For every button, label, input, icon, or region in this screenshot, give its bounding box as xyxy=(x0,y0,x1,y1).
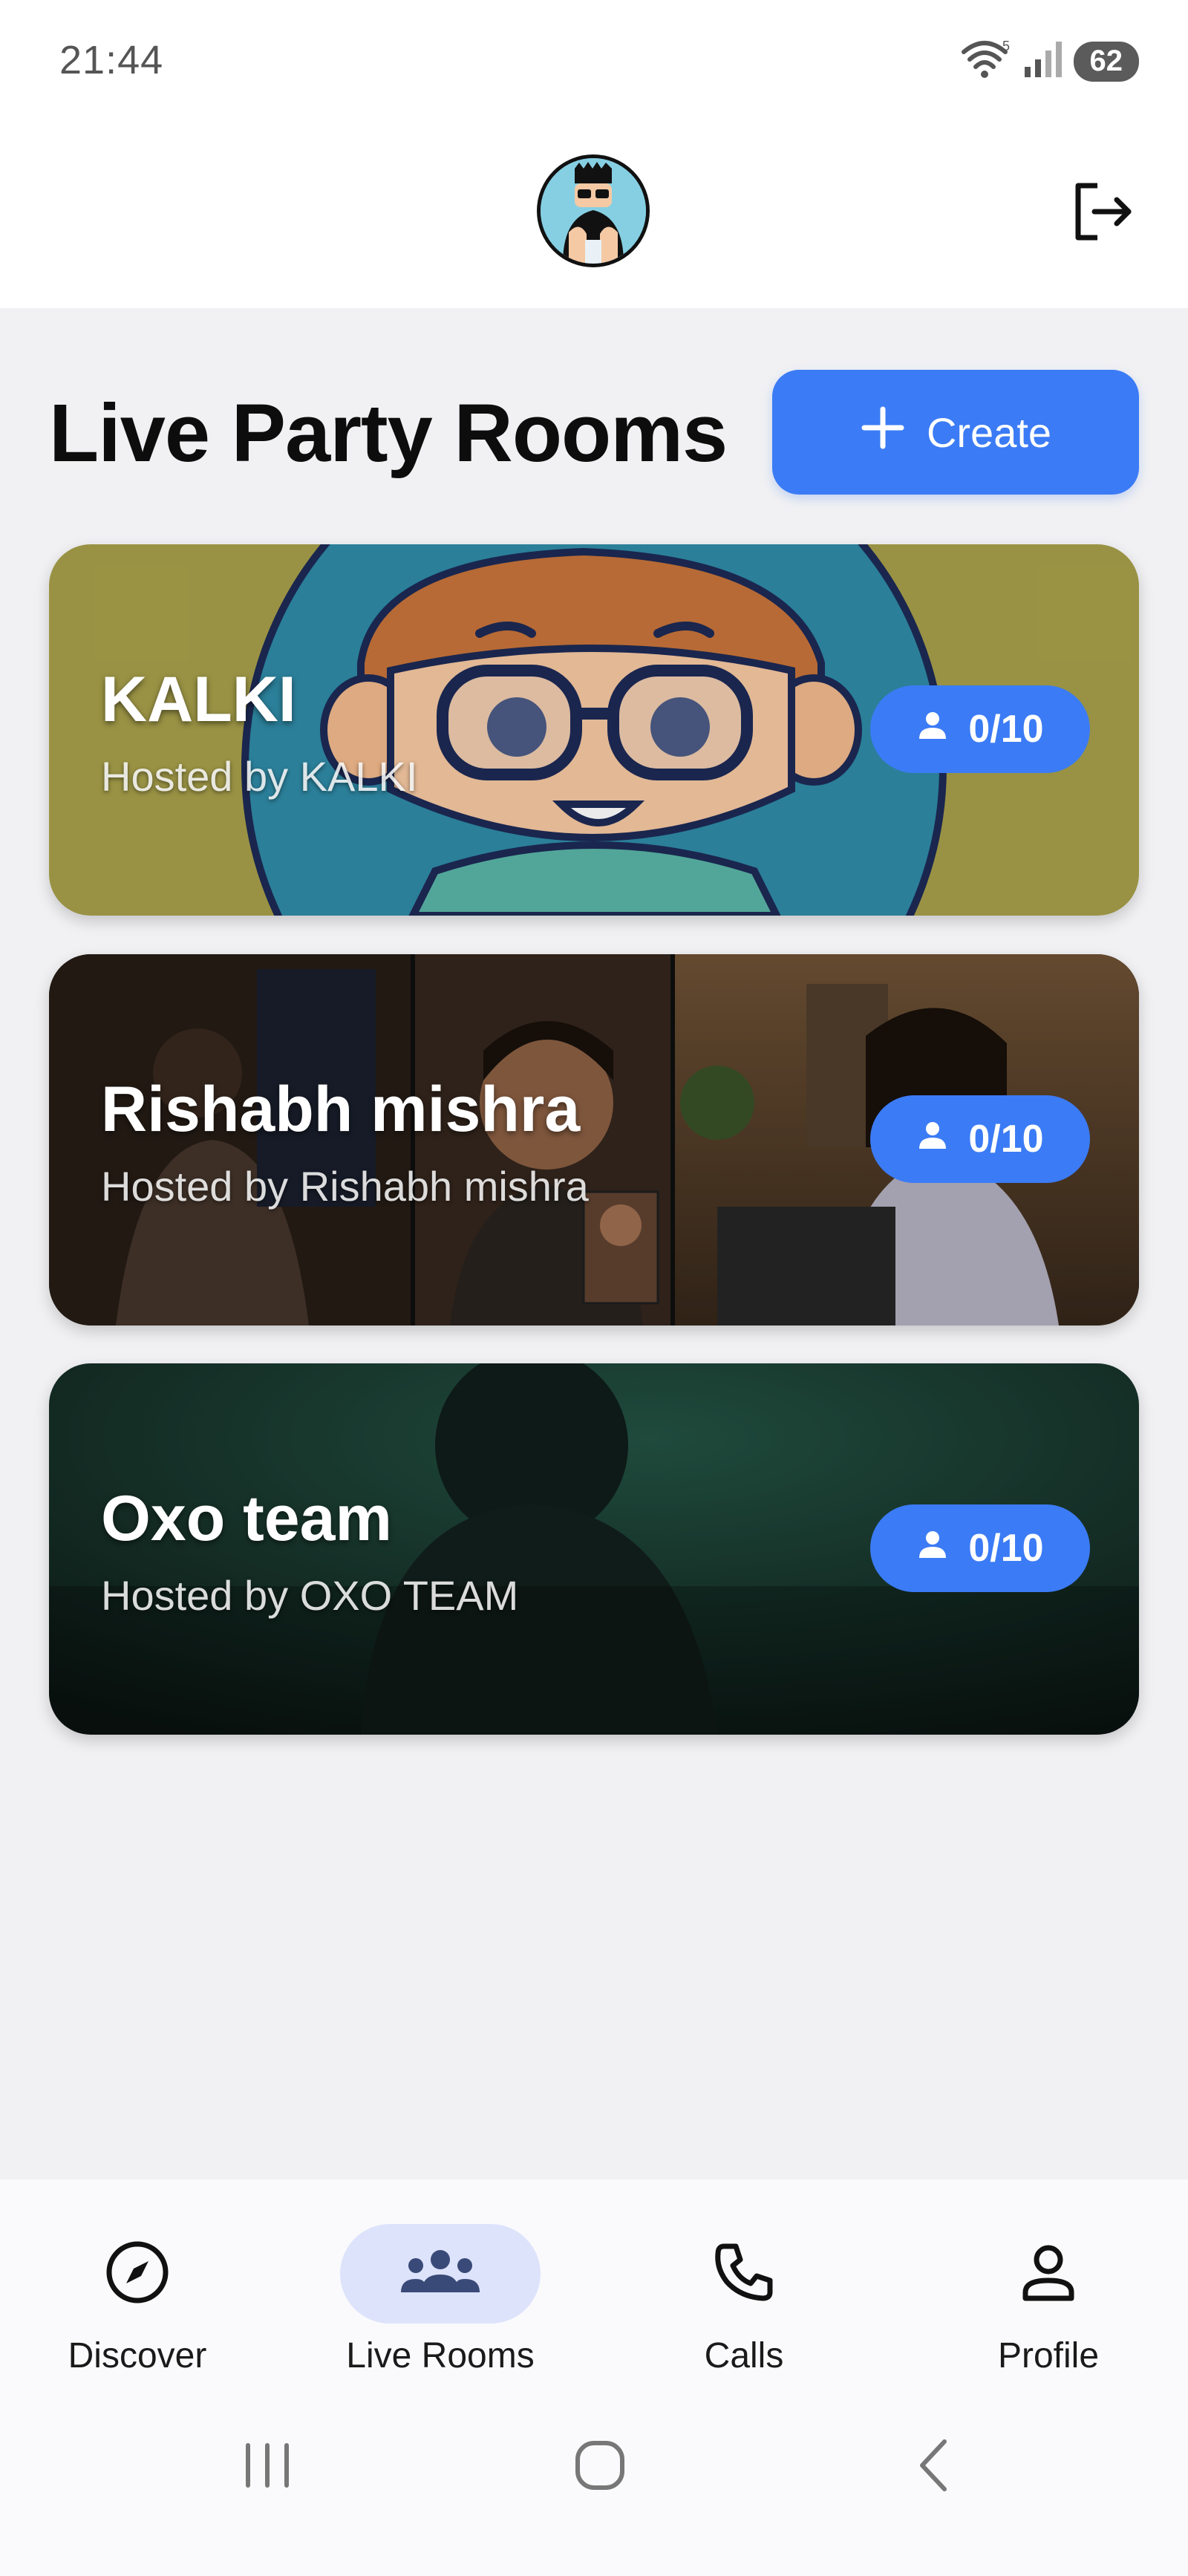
room-host: Hosted by KALKI xyxy=(101,753,418,800)
nav-item-discover[interactable]: Discover xyxy=(26,2224,249,2402)
app-bar xyxy=(0,126,1188,308)
status-bar: 21:44 5 62 xyxy=(0,0,1188,126)
user-avatar[interactable] xyxy=(537,154,650,267)
nav-item-profile[interactable]: Profile xyxy=(937,2224,1160,2402)
compass-icon xyxy=(104,2239,171,2309)
nav-label: Discover xyxy=(68,2336,207,2376)
nav-item-calls[interactable]: Calls xyxy=(633,2224,855,2402)
battery-indicator: 62 xyxy=(1073,41,1139,82)
room-name: KALKI xyxy=(101,664,296,735)
room-card[interactable]: Rishabh mishra Hosted by Rishabh mishra … xyxy=(49,954,1139,1326)
participant-count: 0/10 xyxy=(968,1527,1044,1570)
nav-label: Live Rooms xyxy=(346,2336,535,2376)
person-icon xyxy=(1015,2239,1082,2309)
status-icons: 5 62 xyxy=(961,39,1139,84)
nav-label: Calls xyxy=(704,2336,784,2376)
create-button-label: Create xyxy=(926,408,1052,456)
room-name: Rishabh mishra xyxy=(101,1074,581,1145)
person-icon xyxy=(916,707,949,751)
nav-item-live-rooms[interactable]: Live Rooms xyxy=(329,2224,552,2402)
participant-count-badge[interactable]: 0/10 xyxy=(870,1095,1090,1183)
plus-icon xyxy=(860,405,906,460)
person-icon xyxy=(916,1526,949,1571)
create-room-button[interactable]: Create xyxy=(772,370,1139,495)
back-icon[interactable] xyxy=(890,2425,979,2506)
participant-count-badge[interactable]: 0/10 xyxy=(870,1504,1090,1592)
room-card[interactable]: KALKI Hosted by KALKI 0/10 xyxy=(49,544,1139,916)
phone-icon xyxy=(711,2239,777,2309)
logout-icon[interactable] xyxy=(1069,178,1136,245)
svg-text:5: 5 xyxy=(1002,39,1010,53)
person-icon xyxy=(916,1117,949,1161)
signal-icon xyxy=(1023,40,1063,82)
page-title: Live Party Rooms xyxy=(49,388,728,479)
room-host: Hosted by Rishabh mishra xyxy=(101,1163,589,1210)
group-icon xyxy=(399,2246,481,2302)
participant-count-badge[interactable]: 0/10 xyxy=(870,685,1090,773)
wifi-icon: 5 xyxy=(961,39,1013,84)
home-icon[interactable] xyxy=(555,2425,644,2506)
room-card[interactable]: Oxo team Hosted by OXO TEAM 0/10 xyxy=(49,1363,1139,1735)
participant-count: 0/10 xyxy=(968,1118,1044,1161)
recents-icon[interactable] xyxy=(223,2425,312,2506)
bottom-navigation: Discover Live Rooms Calls Profile xyxy=(0,2179,1188,2576)
nav-label: Profile xyxy=(997,2336,1100,2376)
participant-count: 0/10 xyxy=(968,708,1044,751)
room-name: Oxo team xyxy=(101,1483,392,1554)
room-host: Hosted by OXO TEAM xyxy=(101,1572,519,1619)
status-time: 21:44 xyxy=(59,38,164,82)
